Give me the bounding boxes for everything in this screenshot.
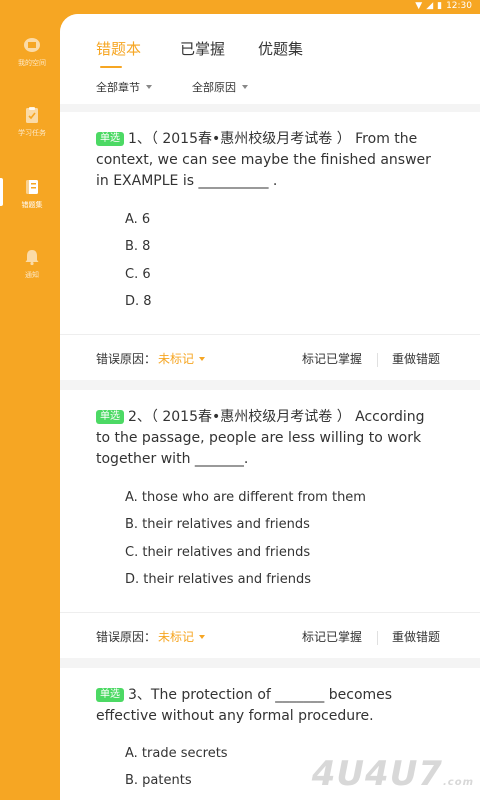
question-type-badge: 单选 bbox=[96, 410, 124, 424]
chevron-down-icon bbox=[146, 85, 152, 89]
option-d[interactable]: D. their relatives and friends bbox=[125, 572, 311, 587]
battery-icon: ▮ bbox=[437, 0, 443, 11]
option-d[interactable]: D. 8 bbox=[125, 294, 152, 309]
reason-label: 错误原因： bbox=[96, 630, 157, 644]
divider bbox=[60, 334, 480, 335]
question-stem: 3、The protection of _______ becomes effe… bbox=[96, 687, 393, 724]
tab-mastered[interactable]: 已掌握 bbox=[180, 38, 225, 59]
chevron-down-icon bbox=[199, 634, 206, 639]
bell-icon bbox=[25, 250, 39, 266]
question-text: 单选 3、The protection of _______ becomes ef… bbox=[96, 685, 442, 727]
option-a[interactable]: A. 6 bbox=[125, 212, 150, 227]
filter-label: 全部章节 bbox=[96, 81, 140, 94]
question-type-badge: 单选 bbox=[96, 132, 124, 146]
reason-label: 错误原因： bbox=[96, 352, 157, 366]
reason-selector[interactable]: 错误原因： 未标记 bbox=[96, 628, 206, 645]
sidebar-item-notify[interactable]: 通知 bbox=[0, 248, 64, 280]
question-text: 单选 1、（ 2015春•惠州校级月考试卷 ） From the context,… bbox=[96, 129, 442, 192]
question-stem: 2、（ 2015春•惠州校级月考试卷 ） According to the pa… bbox=[96, 409, 425, 467]
main-panel: 错题本 已掌握 优题集 全部章节 全部原因 单选 1、（ 2015春•惠州校级月考… bbox=[60, 14, 480, 800]
redo-button[interactable]: 重做错题 bbox=[392, 350, 440, 367]
question-card[interactable]: 单选 1、（ 2015春•惠州校级月考试卷 ） From the context,… bbox=[60, 112, 480, 380]
divider bbox=[60, 612, 480, 613]
option-a[interactable]: A. those who are different from them bbox=[125, 490, 366, 505]
question-card[interactable]: 单选 2、（ 2015春•惠州校级月考试卷 ） According to the … bbox=[60, 390, 480, 658]
option-b[interactable]: B. 8 bbox=[125, 239, 150, 254]
question-type-badge: 单选 bbox=[96, 688, 124, 702]
wifi-icon: ▼ bbox=[415, 0, 423, 11]
question-footer: 错误原因： 未标记 标记已掌握 重做错题 bbox=[96, 350, 442, 370]
option-c[interactable]: C. their relatives and friends bbox=[125, 545, 310, 560]
question-stem: 1、（ 2015春•惠州校级月考试卷 ） From the context, w… bbox=[96, 131, 431, 189]
status-bar: ▼ ◢ ▮ 12:30 bbox=[0, 0, 480, 14]
button-separator bbox=[377, 631, 378, 645]
sidebar: 我的空间 学习任务 错题集 通知 bbox=[0, 14, 64, 800]
sidebar-item-mistakes[interactable]: 错题集 bbox=[0, 178, 64, 210]
sidebar-item-label: 错题集 bbox=[21, 201, 43, 209]
chevron-down-icon bbox=[199, 356, 206, 361]
mark-mastered-button[interactable]: 标记已掌握 bbox=[302, 628, 362, 645]
reason-selector[interactable]: 错误原因： 未标记 bbox=[96, 350, 206, 367]
tab-favorites[interactable]: 优题集 bbox=[258, 38, 303, 59]
watermark-text: 4U4U7 bbox=[311, 754, 443, 794]
task-icon bbox=[26, 107, 38, 123]
option-c[interactable]: C. 6 bbox=[125, 267, 151, 282]
tab-underline bbox=[100, 66, 122, 68]
notebook-icon bbox=[26, 180, 38, 194]
option-a[interactable]: A. trade secrets bbox=[125, 746, 228, 761]
space-icon bbox=[24, 38, 40, 52]
question-text: 单选 2、（ 2015春•惠州校级月考试卷 ） According to the … bbox=[96, 407, 442, 470]
filter-chapter[interactable]: 全部章节 bbox=[96, 79, 152, 95]
filter-reason[interactable]: 全部原因 bbox=[192, 79, 248, 95]
button-separator bbox=[377, 353, 378, 367]
sidebar-item-tasks[interactable]: 学习任务 bbox=[0, 106, 64, 138]
watermark-suffix: .com bbox=[442, 777, 474, 788]
sidebar-item-label: 我的空间 bbox=[18, 59, 46, 67]
reason-value: 未标记 bbox=[158, 630, 195, 644]
header: 错题本 已掌握 优题集 全部章节 全部原因 bbox=[60, 14, 480, 104]
tab-mistakes[interactable]: 错题本 bbox=[96, 38, 141, 59]
chevron-down-icon bbox=[242, 85, 248, 89]
status-time: 12:30 bbox=[446, 1, 472, 11]
question-footer: 错误原因： 未标记 标记已掌握 重做错题 bbox=[96, 628, 442, 648]
option-b[interactable]: B. their relatives and friends bbox=[125, 517, 310, 532]
watermark-logo: 4U4U7.com bbox=[312, 754, 474, 794]
reason-value: 未标记 bbox=[158, 352, 195, 366]
mark-mastered-button[interactable]: 标记已掌握 bbox=[302, 350, 362, 367]
signal-icon: ◢ bbox=[426, 0, 434, 11]
filter-label: 全部原因 bbox=[192, 81, 236, 94]
option-b[interactable]: B. patents bbox=[125, 773, 192, 788]
sidebar-item-label: 通知 bbox=[25, 271, 39, 279]
sidebar-item-label: 学习任务 bbox=[18, 129, 46, 137]
sidebar-item-space[interactable]: 我的空间 bbox=[0, 36, 64, 68]
redo-button[interactable]: 重做错题 bbox=[392, 628, 440, 645]
